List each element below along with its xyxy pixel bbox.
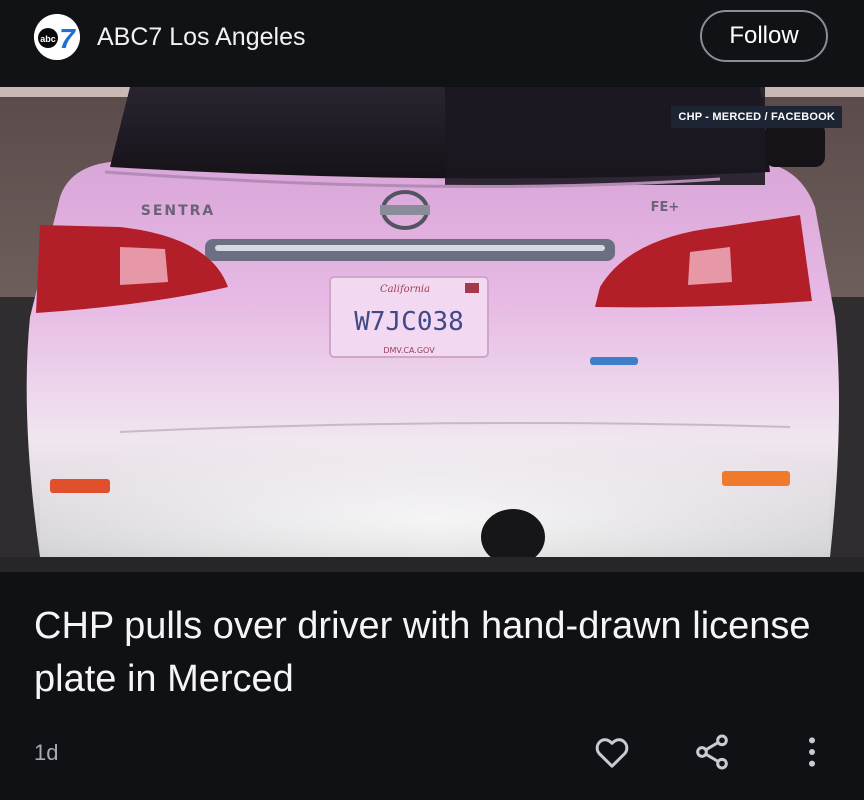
plate-state-text: California bbox=[380, 284, 430, 295]
follow-button[interactable]: Follow bbox=[700, 10, 828, 62]
abc7-logo[interactable]: abc 7 bbox=[34, 14, 80, 60]
share-button[interactable] bbox=[688, 728, 736, 776]
more-vertical-icon bbox=[809, 737, 815, 767]
logo-number-text: 7 bbox=[59, 23, 76, 54]
share-icon bbox=[696, 734, 728, 770]
heart-icon bbox=[595, 738, 629, 768]
article-age: 1d bbox=[34, 740, 59, 765]
badge-model-text: SENTRA bbox=[141, 203, 216, 219]
source-name[interactable]: ABC7 Los Angeles bbox=[97, 22, 305, 52]
like-button[interactable] bbox=[588, 728, 636, 776]
abc7-logo-icon: abc 7 bbox=[34, 14, 80, 60]
plate-number-text: W7JC038 bbox=[354, 307, 464, 337]
more-options-button[interactable] bbox=[788, 728, 836, 776]
source-header: abc 7 ABC7 Los Angeles Follow bbox=[0, 0, 864, 86]
article-headline[interactable]: CHP pulls over driver with hand-drawn li… bbox=[34, 600, 834, 706]
article-photo[interactable]: SENTRA FE+ California W7JC038 DMV.CA.GOV… bbox=[0, 87, 864, 572]
logo-abc-text: abc bbox=[40, 34, 56, 44]
badge-trim-text: FE+ bbox=[651, 200, 680, 215]
plate-footer-text: DMV.CA.GOV bbox=[383, 346, 435, 355]
photo-credit: CHP - MERCED / FACEBOOK bbox=[671, 106, 842, 128]
car-rear-image: SENTRA FE+ California W7JC038 DMV.CA.GOV bbox=[0, 87, 864, 572]
